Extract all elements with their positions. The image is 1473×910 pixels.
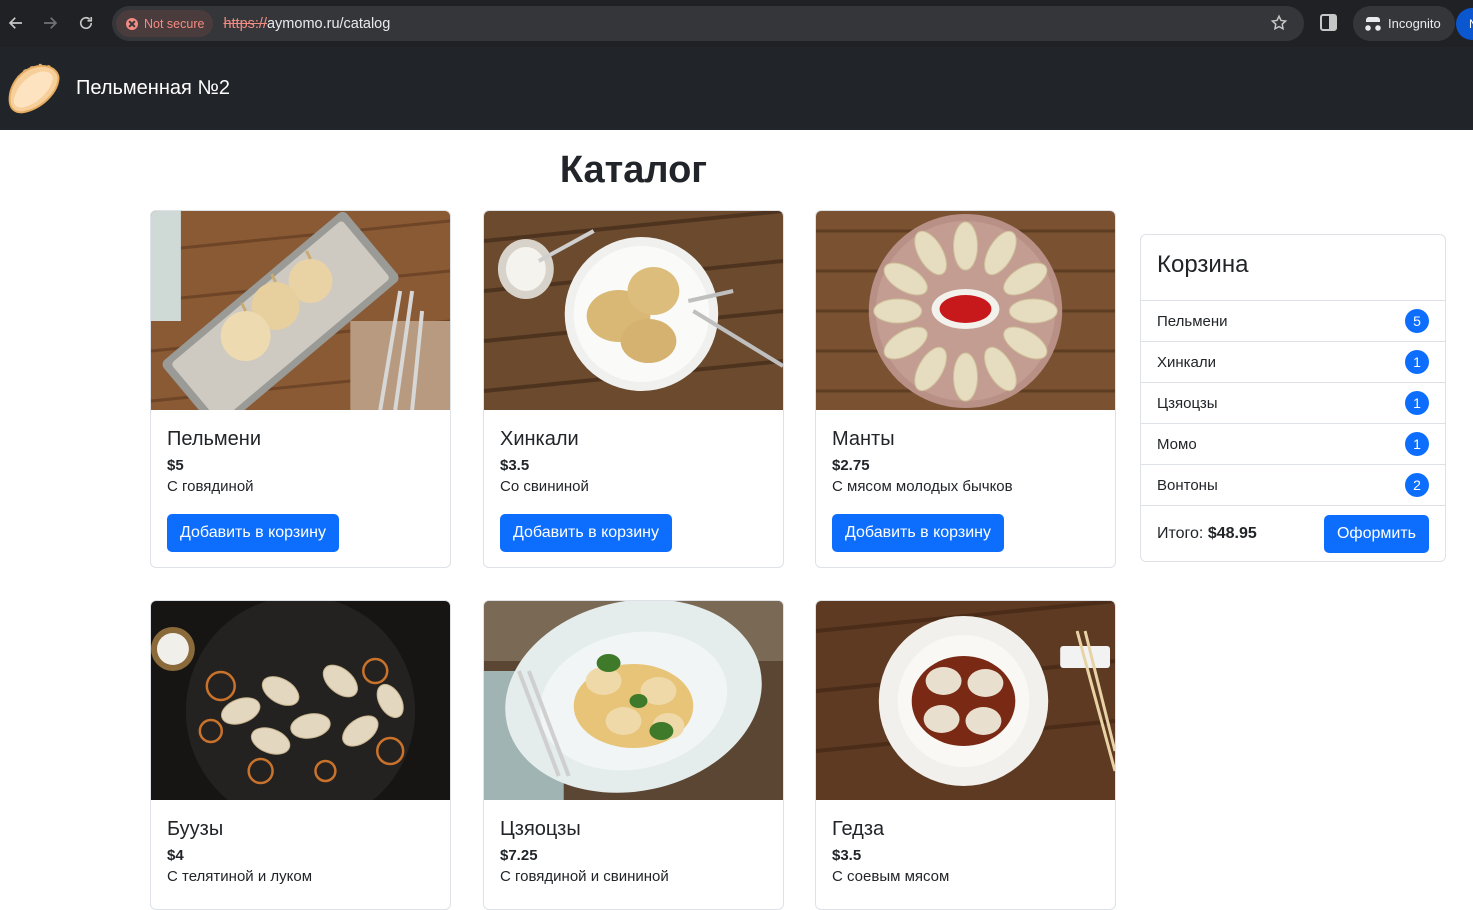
bookmark-star-icon[interactable]: [1270, 14, 1288, 32]
profile-avatar[interactable]: N: [1456, 8, 1473, 40]
cart-panel: Корзина Пельмени 5 Хинкали 1 Цзяоцзы 1 М…: [1140, 234, 1446, 562]
url-path: aymomo.ru/catalog: [266, 15, 391, 32]
product-description: С мясом молодых бычков: [832, 478, 1013, 495]
product-card: Манты $2.75 С мясом молодых бычков Добав…: [815, 210, 1116, 568]
not-secure-icon: [126, 17, 138, 30]
cart-item-qty-badge: 5: [1405, 309, 1429, 333]
url-scheme: https://: [223, 15, 267, 32]
product-description: С говядиной: [167, 478, 254, 495]
side-panel-icon[interactable]: [1320, 14, 1337, 31]
product-price: $2.75: [832, 457, 870, 474]
product-card: Хинкали $3.5 Со свининой Добавить в корз…: [483, 210, 784, 568]
product-name: Хинкали: [500, 428, 579, 450]
product-description: С соевым мясом: [832, 868, 950, 885]
product-name: Цзяоцзы: [500, 818, 581, 840]
cart-total-value: $48.95: [1207, 524, 1257, 542]
product-price: $4: [167, 847, 184, 864]
product-description: С говядиной и свининой: [500, 868, 669, 885]
cart-item-name: Пельмени: [1157, 312, 1228, 330]
cart-item-qty-badge: 1: [1405, 350, 1429, 374]
product-price: $5: [167, 457, 184, 474]
product-image-jiaozi: [484, 601, 783, 800]
cart-item-name: Хинкали: [1157, 353, 1217, 371]
reload-icon[interactable]: [70, 7, 102, 39]
cart-item-name: Цзяоцзы: [1157, 394, 1218, 412]
cart-item-qty-badge: 1: [1405, 391, 1429, 415]
product-name: Пельмени: [167, 428, 262, 450]
browser-toolbar: Not secure https://aymomo.ru/catalog Inc…: [0, 0, 1473, 47]
dumpling-logo-icon[interactable]: [4, 60, 62, 118]
cart-footer: Итого: $48.95 Оформить: [1141, 506, 1445, 561]
product-name: Манты: [832, 428, 895, 450]
product-price: $3.5: [500, 457, 530, 474]
cart-item-name: Момо: [1157, 435, 1197, 453]
product-price: $3.5: [832, 847, 862, 864]
forward-icon[interactable]: [34, 7, 66, 39]
cart-item: Пельмени 5: [1141, 301, 1445, 342]
profile-initial: N: [1469, 17, 1473, 31]
security-indicator[interactable]: Not secure: [116, 10, 214, 37]
product-card: Пельмени $5 С говядиной Добавить в корзи…: [150, 210, 451, 568]
product-card: Цзяоцзы $7.25 С говядиной и свининой: [483, 600, 784, 910]
back-icon[interactable]: [0, 7, 32, 39]
product-price: $7.25: [500, 847, 538, 864]
incognito-icon: [1365, 16, 1381, 31]
incognito-chip[interactable]: Incognito: [1353, 6, 1455, 41]
cart-item-qty-badge: 2: [1405, 473, 1429, 497]
product-name: Гедза: [832, 818, 885, 840]
url-text[interactable]: https://aymomo.ru/catalog: [223, 16, 390, 32]
product-card: Гедза $3.5 С соевым мясом: [815, 600, 1116, 910]
product-description: Со свининой: [500, 478, 589, 495]
address-bar[interactable]: Not secure https://aymomo.ru/catalog: [112, 6, 1304, 41]
add-to-cart-button[interactable]: Добавить в корзину: [500, 514, 673, 552]
site-brand[interactable]: Пельменная №2: [76, 77, 230, 100]
product-image-gyoza: [816, 601, 1115, 800]
add-to-cart-button[interactable]: Добавить в корзину: [167, 514, 340, 552]
product-image-pelmeni: [151, 211, 450, 410]
product-image-khinkali: [484, 211, 783, 410]
cart-item-qty-badge: 1: [1405, 432, 1429, 456]
add-to-cart-button[interactable]: Добавить в корзину: [832, 514, 1005, 552]
product-image-buuzy: [151, 601, 450, 800]
incognito-label: Incognito: [1388, 16, 1441, 31]
product-name: Буузы: [167, 818, 224, 840]
cart-item: Вонтоны 2: [1141, 465, 1445, 506]
site-navbar: Пельменная №2: [0, 47, 1473, 130]
security-label: Not secure: [144, 16, 205, 31]
page-title: Каталог: [559, 149, 708, 191]
cart-title: Корзина: [1141, 235, 1445, 301]
cart-item: Хинкали 1: [1141, 342, 1445, 383]
product-image-manty: [816, 211, 1115, 410]
checkout-button[interactable]: Оформить: [1323, 514, 1429, 553]
cart-total-label: Итого:: [1157, 524, 1204, 542]
cart-item: Цзяоцзы 1: [1141, 383, 1445, 424]
cart-item: Момо 1: [1141, 424, 1445, 465]
cart-total: Итого: $48.95: [1157, 525, 1257, 543]
product-card: Буузы $4 С телятиной и луком: [150, 600, 451, 910]
product-description: С телятиной и луком: [167, 868, 313, 885]
cart-item-name: Вонтоны: [1157, 476, 1218, 494]
